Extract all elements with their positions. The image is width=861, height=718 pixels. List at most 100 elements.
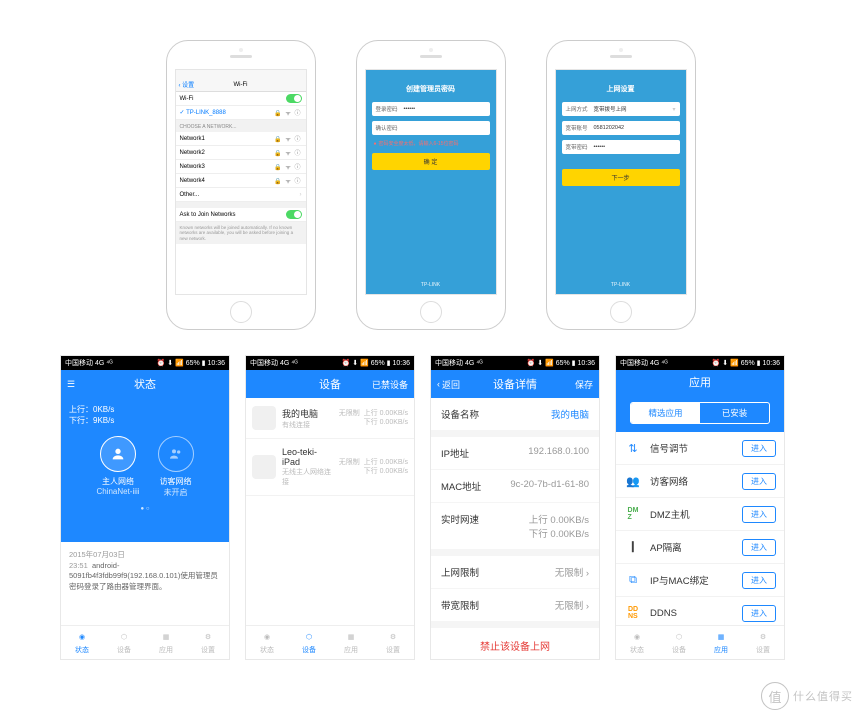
android-status-bar: 中国移动 4G ⁴ᴳ⏰ ⬇ 📶 65% ▮ 10:36 <box>61 356 229 370</box>
app-status-screen: 中国移动 4G ⁴ᴳ⏰ ⬇ 📶 65% ▮ 10:36 ☰ 状态 上行：0KB/… <box>60 355 230 660</box>
header-title: 状态 <box>134 376 156 392</box>
header-title: 设备详情 <box>493 376 537 392</box>
home-button[interactable] <box>420 301 442 323</box>
download-speed: 下行：9KB/s <box>69 415 221 426</box>
password-field[interactable]: 登录密码•••••• <box>372 102 490 116</box>
device-item[interactable]: Leo-teki-iPad 无线主人网络连接 无限制 上行 0.00KB/s下行… <box>246 439 414 496</box>
tab-settings[interactable]: ⚙设置 <box>187 626 229 659</box>
wizard-title: 创建管理员密码 <box>366 78 496 102</box>
wifi-network-row[interactable]: Network2🔒 ᯤ ⓘ <box>176 146 306 160</box>
device-name-row[interactable]: 设备名称我的电脑 <box>431 398 599 431</box>
enter-button[interactable]: 进入 <box>742 506 776 523</box>
segment-control[interactable]: 精选应用 已安装 <box>630 402 770 424</box>
speed-row: 实时网速上行 0.00KB/s 下行 0.00KB/s <box>431 503 599 550</box>
user-icon <box>100 436 136 472</box>
upload-speed: 上行：0KB/s <box>69 404 221 415</box>
internet-limit-row[interactable]: 上网限制无限制 › <box>431 556 599 589</box>
ios-nav-bar: ‹ 设置 Wi-Fi <box>176 78 306 92</box>
enter-button[interactable]: 进入 <box>742 605 776 622</box>
log-entry: 2015年07月03日 23:51 android-5091fb4f3fdb99… <box>61 542 229 600</box>
choose-network-header: CHOOSE A NETWORK... <box>176 120 306 132</box>
ip-mac-icon: ⧉ <box>624 571 642 589</box>
home-button[interactable] <box>610 301 632 323</box>
nav-title: Wi-Fi <box>234 82 248 88</box>
android-status-bar: 中国移动 4G ⁴ᴳ⏰ ⬇ 📶 65% ▮ 10:36 <box>431 356 599 370</box>
app-header: 设备 已禁设备 <box>246 370 414 398</box>
tab-apps[interactable]: ▦应用 <box>700 626 742 659</box>
tab-devices[interactable]: ⬡设备 <box>103 626 145 659</box>
signal-icon: ⇅ <box>624 439 642 457</box>
tab-status[interactable]: ◉状态 <box>246 626 288 659</box>
tab-apps[interactable]: ▦应用 <box>145 626 187 659</box>
wan-password-field[interactable]: 宽带密码•••••• <box>562 140 680 154</box>
tab-status[interactable]: ◉状态 <box>61 626 103 659</box>
back-button[interactable]: ‹ 返回 <box>437 378 460 391</box>
ask-to-join-row[interactable]: Ask to Join Networks <box>176 208 306 222</box>
confirm-password-field[interactable]: 确认密码 <box>372 121 490 135</box>
host-network-card[interactable]: 主人网络 ChinaNet-iiii <box>96 436 139 498</box>
iphone-create-password: 创建管理员密码 登录密码•••••• 确认密码 ●密码安全度太低，请输入6-15… <box>356 40 506 330</box>
wifi-other-row[interactable]: Other...› <box>176 188 306 202</box>
tab-devices[interactable]: ⬡设备 <box>288 626 330 659</box>
app-device-detail-screen: 中国移动 4G ⁴ᴳ⏰ ⬇ 📶 65% ▮ 10:36 ‹ 返回 设备详情 保存… <box>430 355 600 660</box>
bandwidth-limit-row[interactable]: 带宽限制无限制 › <box>431 589 599 622</box>
home-button[interactable] <box>230 301 252 323</box>
app-item: ⇅信号调节进入 <box>616 432 784 465</box>
app-item: 👥访客网络进入 <box>616 465 784 498</box>
confirm-button[interactable]: 确 定 <box>372 153 490 170</box>
watermark-icon: 值 <box>761 682 789 710</box>
wifi-toggle-on[interactable] <box>286 94 302 103</box>
wifi-connected-row[interactable]: ✓ TP-LINK_8888 🔒 ᯤ ⓘ <box>176 106 306 120</box>
header-title: 设备 <box>319 376 341 392</box>
wifi-icon: 🔒 ᯤ ⓘ <box>274 108 301 117</box>
iphone-mockup-row: ‹ 设置 Wi-Fi Wi-Fi ✓ TP-LINK_8888 🔒 ᯤ ⓘ CH… <box>0 0 861 355</box>
app-item: DDNSDDNS进入 <box>616 597 784 625</box>
tab-status[interactable]: ◉状态 <box>616 626 658 659</box>
guest-icon: 👥 <box>624 472 642 490</box>
enter-button[interactable]: 进入 <box>742 572 776 589</box>
segment-featured[interactable]: 精选应用 <box>631 403 700 423</box>
iphone-wan-setup: 上网设置 上网方式宽带拨号上网▾ 宽带账号0581202042 宽带密码••••… <box>546 40 696 330</box>
enter-button[interactable]: 进入 <box>742 473 776 490</box>
apple-icon <box>252 406 276 430</box>
apps-icon: ▦ <box>159 630 173 644</box>
guest-icon <box>158 436 194 472</box>
brand-footer: TP-LINK <box>366 276 496 294</box>
wifi-network-row[interactable]: Network4🔒 ᯤ ⓘ <box>176 174 306 188</box>
tab-devices[interactable]: ⬡设备 <box>658 626 700 659</box>
device-item[interactable]: 我的电脑 有线连接 无限制 上行 0.00KB/s下行 0.00KB/s <box>246 398 414 439</box>
menu-icon[interactable]: ☰ <box>67 379 75 390</box>
bottom-tabs: ◉状态 ⬡设备 ▦应用 ⚙设置 <box>61 625 229 659</box>
ap-isolation-icon: ⎹⎸ <box>624 538 642 556</box>
ddns-icon: DDNS <box>624 604 642 622</box>
tab-settings[interactable]: ⚙设置 <box>742 626 784 659</box>
app-item: DMZDMZ主机进入 <box>616 498 784 531</box>
app-header: 应用 <box>616 370 784 394</box>
enter-button[interactable]: 进入 <box>742 440 776 457</box>
header-title: 应用 <box>689 374 711 390</box>
apple-icon <box>252 455 276 479</box>
ask-description: Known networks will be joined automatica… <box>176 222 306 244</box>
tab-settings[interactable]: ⚙设置 <box>372 626 414 659</box>
save-button[interactable]: 保存 <box>575 378 593 391</box>
account-field[interactable]: 宽带账号0581202042 <box>562 121 680 135</box>
android-status-bar: 中国移动 4G ⁴ᴳ⏰ ⬇ 📶 65% ▮ 10:36 <box>246 356 414 370</box>
banned-devices-button[interactable]: 已禁设备 <box>372 378 408 391</box>
segment-installed[interactable]: 已安装 <box>700 403 769 423</box>
android-app-row: 中国移动 4G ⁴ᴳ⏰ ⬇ 📶 65% ▮ 10:36 ☰ 状态 上行：0KB/… <box>0 355 861 660</box>
back-button[interactable]: ‹ 设置 <box>179 80 195 89</box>
enter-button[interactable]: 进入 <box>742 539 776 556</box>
wifi-network-row[interactable]: Network3🔒 ᯤ ⓘ <box>176 160 306 174</box>
guest-network-card[interactable]: 访客网络 未开启 <box>158 436 194 498</box>
wan-type-field[interactable]: 上网方式宽带拨号上网▾ <box>562 102 680 116</box>
tab-apps[interactable]: ▦应用 <box>330 626 372 659</box>
error-message: ●密码安全度太低，请输入6-15位密码 <box>372 140 490 153</box>
page-dots: ● ○ <box>69 498 221 512</box>
wifi-toggle-row[interactable]: Wi-Fi <box>176 92 306 106</box>
next-button[interactable]: 下一步 <box>562 169 680 186</box>
app-apps-screen: 中国移动 4G ⁴ᴳ⏰ ⬇ 📶 65% ▮ 10:36 应用 精选应用 已安装 … <box>615 355 785 660</box>
ip-row: IP地址192.168.0.100 <box>431 437 599 470</box>
wifi-network-row[interactable]: Network1🔒 ᯤ ⓘ <box>176 132 306 146</box>
ask-toggle-on[interactable] <box>286 210 302 219</box>
ban-device-button[interactable]: 禁止该设备上网 <box>431 628 599 659</box>
